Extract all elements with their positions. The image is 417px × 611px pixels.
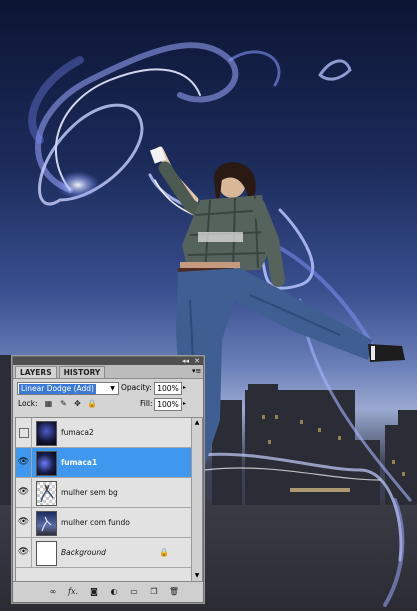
- lock-image-icon[interactable]: ✎: [59, 399, 68, 408]
- fill-slider-arrow-icon[interactable]: ▸: [183, 399, 186, 409]
- layer-style-icon[interactable]: fx.: [67, 587, 79, 597]
- opacity-slider-arrow-icon[interactable]: ▸: [183, 383, 186, 393]
- panel-title-bar[interactable]: ◂◂ ✕: [13, 357, 203, 365]
- blend-mode-value: Linear Dodge (Add): [19, 383, 96, 394]
- visibility-toggle[interactable]: 👁: [16, 478, 32, 507]
- visibility-toggle[interactable]: 👁: [16, 508, 32, 537]
- lock-position-icon[interactable]: ✥: [73, 399, 82, 408]
- trash-icon[interactable]: 🗑: [168, 587, 180, 597]
- layer-thumbnail: [36, 451, 57, 476]
- layer-thumbnail: [36, 511, 57, 536]
- close-icon[interactable]: ✕: [194, 357, 200, 365]
- scroll-up-icon[interactable]: ▲: [192, 418, 202, 428]
- link-layers-icon[interactable]: ∞: [47, 587, 59, 597]
- eye-icon: 👁: [17, 457, 30, 467]
- layer-row-selected[interactable]: 👁 fumaca1: [16, 448, 191, 478]
- lock-all-icon[interactable]: 🔒: [87, 399, 97, 408]
- lock-row: Lock: ▦ ✎ ✥ 🔒 Fill: 100% ▸: [13, 396, 203, 412]
- layer-thumbnail: [36, 541, 57, 566]
- visibility-toggle[interactable]: [16, 418, 32, 447]
- eye-icon: 👁: [17, 517, 30, 527]
- layer-row[interactable]: 👁 Background 🔒: [16, 538, 191, 568]
- layer-row[interactable]: fumaca2: [16, 418, 191, 448]
- lock-label: Lock:: [18, 399, 38, 408]
- smoke-glow: [56, 171, 100, 199]
- blend-row: Linear Dodge (Add) ▼ Opacity: 100% ▸: [13, 381, 203, 396]
- visibility-toggle[interactable]: 👁: [16, 538, 32, 567]
- layer-name[interactable]: mulher com fundo: [61, 508, 130, 537]
- tab-layers[interactable]: LAYERS: [15, 366, 57, 378]
- double-arrow-icon[interactable]: ◂◂: [182, 357, 189, 365]
- fill-input[interactable]: 100%: [154, 398, 182, 411]
- adjustment-layer-icon[interactable]: ◐: [108, 587, 120, 597]
- layer-name[interactable]: fumaca2: [61, 418, 94, 447]
- visibility-toggle[interactable]: 👁: [16, 448, 32, 477]
- layer-row[interactable]: 👁 mulher com fundo: [16, 508, 191, 538]
- scroll-down-icon[interactable]: ▼: [192, 571, 202, 581]
- tab-history[interactable]: HISTORY: [58, 366, 106, 378]
- hidden-box-icon: [19, 428, 29, 438]
- layers-list: fumaca2 👁 fumaca1 👁 mulher sem bg 👁 mulh…: [15, 417, 203, 582]
- fill-label: Fill:: [140, 399, 153, 408]
- layer-name[interactable]: Background: [61, 538, 106, 567]
- eye-icon: 👁: [17, 487, 30, 497]
- panel-tabs: LAYERS HISTORY ▾≡: [13, 365, 203, 379]
- layer-name[interactable]: mulher sem bg: [61, 478, 118, 507]
- layer-thumbnail: [36, 421, 57, 446]
- chevron-down-icon: ▼: [110, 385, 115, 392]
- blend-mode-select[interactable]: Linear Dodge (Add) ▼: [17, 382, 119, 395]
- layer-mask-icon[interactable]: ◙: [88, 587, 100, 597]
- lock-transparent-icon[interactable]: ▦: [44, 399, 53, 408]
- panel-menu-icon[interactable]: ▾≡: [192, 367, 201, 375]
- layer-name[interactable]: fumaca1: [61, 448, 97, 477]
- figure-icon: [40, 484, 54, 503]
- layers-scrollbar[interactable]: ▲ ▼: [191, 418, 202, 581]
- opacity-label: Opacity:: [121, 383, 152, 392]
- lock-icon: 🔒: [159, 548, 169, 557]
- eye-icon: 👁: [17, 547, 30, 557]
- photo-figure-icon: [41, 516, 52, 532]
- group-folder-icon[interactable]: ▭: [128, 587, 140, 597]
- layer-thumbnail: [36, 481, 57, 506]
- layers-panel: ◂◂ ✕ LAYERS HISTORY ▾≡ Linear Dodge (Add…: [12, 356, 204, 603]
- new-layer-icon[interactable]: ❐: [148, 587, 160, 597]
- layers-bottom-toolbar: ∞ fx. ◙ ◐ ▭ ❐ 🗑: [13, 581, 203, 602]
- layer-row[interactable]: 👁 mulher sem bg: [16, 478, 191, 508]
- opacity-input[interactable]: 100%: [154, 382, 182, 395]
